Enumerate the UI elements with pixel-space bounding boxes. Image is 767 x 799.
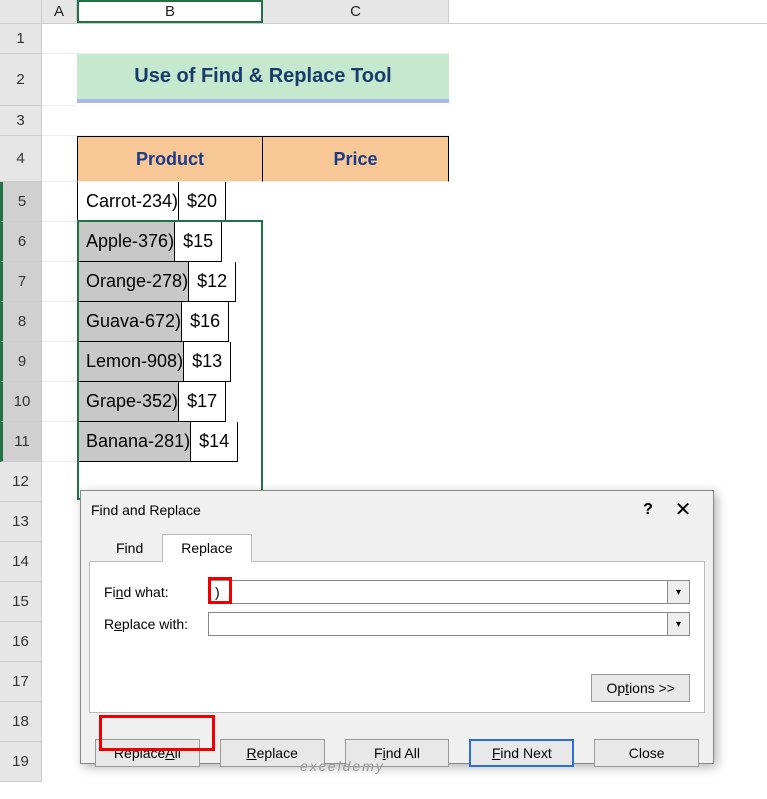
row-header[interactable]: 6 xyxy=(0,222,42,262)
watermark: exceldemy xyxy=(300,758,385,774)
row-header[interactable]: 1 xyxy=(0,24,42,54)
cell-product[interactable]: Carrot-234) xyxy=(77,182,179,222)
dialog-title: Find and Replace xyxy=(91,502,633,518)
cell-product[interactable]: Grape-352) xyxy=(77,382,179,422)
row-header[interactable]: 19 xyxy=(0,742,42,782)
header-price[interactable]: Price xyxy=(263,136,449,182)
help-button[interactable]: ? xyxy=(633,501,663,519)
cell-price[interactable]: $17 xyxy=(179,382,226,422)
replace-with-input[interactable] xyxy=(208,612,668,636)
find-replace-dialog: Find and Replace ? ✕ Find Replace Find w… xyxy=(80,490,714,764)
cell-price[interactable]: $20 xyxy=(179,182,226,222)
row-header[interactable]: 18 xyxy=(0,702,42,742)
row-header[interactable]: 13 xyxy=(0,502,42,542)
col-header-a[interactable]: A xyxy=(42,0,77,23)
cell-product[interactable]: Apple-376) xyxy=(77,222,175,262)
options-button[interactable]: Options >> xyxy=(591,674,690,702)
find-what-dropdown[interactable]: ▾ xyxy=(668,580,690,604)
col-header-b[interactable]: B xyxy=(77,0,263,23)
cell-price[interactable]: $12 xyxy=(189,262,236,302)
dialog-tabs: Find Replace xyxy=(97,534,713,562)
spreadsheet: A B C 1 2 Use of Find & Replace Tool 3 4… xyxy=(0,0,767,799)
col-header-c[interactable]: C xyxy=(263,0,449,23)
row-header[interactable]: 4 xyxy=(0,136,42,182)
row-header[interactable]: 11 xyxy=(0,422,42,462)
row-header[interactable]: 16 xyxy=(0,622,42,662)
cell-price[interactable]: $16 xyxy=(182,302,229,342)
dialog-titlebar[interactable]: Find and Replace ? ✕ xyxy=(81,491,713,528)
find-next-button[interactable]: Find Next xyxy=(469,739,574,767)
cell-product[interactable]: Orange-278) xyxy=(77,262,189,302)
select-all-corner[interactable] xyxy=(0,0,42,23)
replace-all-button[interactable]: Replace All xyxy=(95,739,200,767)
cell-product[interactable]: Banana-281) xyxy=(77,422,191,462)
replace-with-dropdown[interactable]: ▾ xyxy=(668,612,690,636)
title-cell[interactable]: Use of Find & Replace Tool xyxy=(77,54,449,103)
cell-price[interactable]: $14 xyxy=(191,422,238,462)
cell-price[interactable]: $15 xyxy=(175,222,222,262)
row-header[interactable]: 5 xyxy=(0,182,42,222)
replace-panel: Find what: ) ▾ Replace with: ▾ Options >… xyxy=(89,561,705,713)
row-header[interactable]: 8 xyxy=(0,302,42,342)
close-button[interactable]: Close xyxy=(594,739,699,767)
cell-price[interactable]: $13 xyxy=(184,342,231,382)
column-headers: A B C xyxy=(0,0,767,24)
row-header[interactable]: 10 xyxy=(0,382,42,422)
row-header[interactable]: 7 xyxy=(0,262,42,302)
row-header[interactable]: 14 xyxy=(0,542,42,582)
row-header[interactable]: 15 xyxy=(0,582,42,622)
row-header[interactable]: 3 xyxy=(0,106,42,136)
cell-product[interactable]: Lemon-908) xyxy=(77,342,184,382)
close-icon[interactable]: ✕ xyxy=(663,497,703,522)
header-product[interactable]: Product xyxy=(77,136,263,182)
find-what-label: Find what: xyxy=(104,584,208,600)
dialog-buttons: Replace All Replace Find All Find Next C… xyxy=(81,721,713,767)
tab-find[interactable]: Find xyxy=(97,534,162,562)
row-header[interactable]: 9 xyxy=(0,342,42,382)
row-header[interactable]: 17 xyxy=(0,662,42,702)
row-header[interactable]: 12 xyxy=(0,462,42,502)
cell-product[interactable]: Guava-672) xyxy=(77,302,182,342)
replace-with-label: Replace with: xyxy=(104,616,208,632)
find-what-input[interactable]: ) xyxy=(208,580,668,604)
tab-replace[interactable]: Replace xyxy=(162,534,251,562)
row-header[interactable]: 2 xyxy=(0,54,42,106)
